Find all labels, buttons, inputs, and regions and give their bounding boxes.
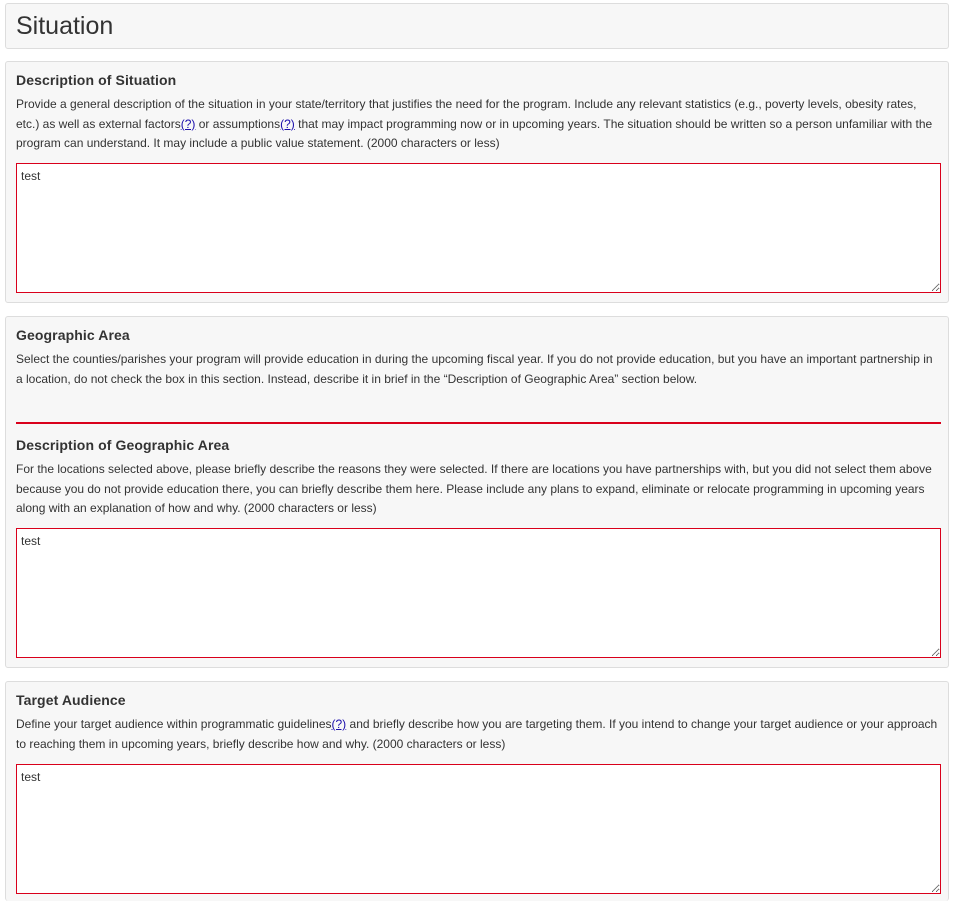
situation-heading: Description of Situation xyxy=(16,72,177,88)
situation-textarea[interactable]: test xyxy=(16,163,941,293)
geographic-description: Select the counties/parishes your progra… xyxy=(16,352,933,386)
page-title: Situation xyxy=(16,12,114,40)
target-audience-heading: Target Audience xyxy=(16,692,126,708)
geographic-section: Geographic Area Select the counties/pari… xyxy=(5,316,949,668)
target-audience-textarea[interactable]: test xyxy=(16,764,941,894)
geographic-divider xyxy=(16,422,941,424)
geographic-description-heading: Description of Geographic Area xyxy=(16,437,230,453)
assumptions-help-link[interactable]: (?) xyxy=(280,117,295,131)
target-audience-section: Target Audience Define your target audie… xyxy=(5,681,949,901)
target-desc-text-1: Define your target audience within progr… xyxy=(16,717,332,731)
situation-section: Description of Situation Provide a gener… xyxy=(5,61,949,303)
situation-desc-text-2: or assumptions xyxy=(195,116,281,131)
situation-description: Provide a general description of the sit… xyxy=(16,95,942,154)
header-panel: Situation xyxy=(5,3,949,49)
target-audience-description: Define your target audience within progr… xyxy=(16,715,942,754)
geographic-description-textarea[interactable]: test xyxy=(16,528,941,658)
external-factors-help-link[interactable]: (?) xyxy=(181,117,196,131)
programmatic-guidelines-help-link[interactable]: (?) xyxy=(332,717,347,731)
geographic-heading: Geographic Area xyxy=(16,327,130,343)
geographic-description-text: For the locations selected above, please… xyxy=(16,462,932,515)
